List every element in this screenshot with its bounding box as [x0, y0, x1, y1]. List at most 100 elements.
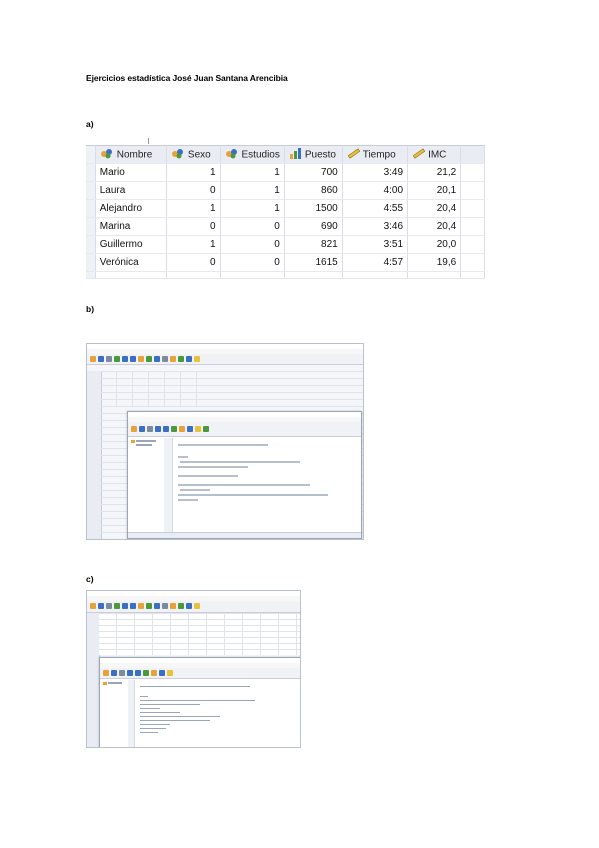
- table-cell[interactable]: 1615: [284, 253, 343, 272]
- table-cell[interactable]: Alejandro: [95, 199, 167, 218]
- column-header-estudios[interactable]: Estudios: [220, 145, 285, 164]
- undo-icon[interactable]: [127, 670, 133, 676]
- column-header-imc[interactable]: IMC: [407, 145, 462, 164]
- table-cell[interactable]: 4:57: [342, 253, 409, 272]
- table-cell[interactable]: 0: [220, 235, 285, 254]
- redo-icon[interactable]: [130, 603, 136, 609]
- split-icon[interactable]: [170, 603, 176, 609]
- table-cell[interactable]: 0: [166, 253, 221, 272]
- table-cell[interactable]: 1: [220, 199, 285, 218]
- empty-cell[interactable]: [86, 271, 96, 279]
- table-cell[interactable]: 1: [166, 199, 221, 218]
- variables-icon[interactable]: [187, 426, 193, 432]
- save-icon[interactable]: [139, 426, 145, 432]
- redo-icon[interactable]: [130, 356, 136, 362]
- table-cell[interactable]: Marina: [95, 217, 167, 236]
- row-header[interactable]: [86, 199, 96, 218]
- table-cell[interactable]: 1: [166, 163, 221, 182]
- table-cell[interactable]: 21,2: [407, 163, 462, 182]
- run-icon[interactable]: [171, 426, 177, 432]
- run-icon[interactable]: [143, 670, 149, 676]
- table-cell[interactable]: 0: [166, 217, 221, 236]
- variables-icon[interactable]: [154, 356, 160, 362]
- empty-cell[interactable]: [460, 217, 485, 236]
- table-cell[interactable]: 1: [166, 235, 221, 254]
- row-header[interactable]: [86, 181, 96, 200]
- table-cell[interactable]: Verónica: [95, 253, 167, 272]
- row-header[interactable]: [86, 253, 96, 272]
- empty-cell[interactable]: [342, 271, 409, 279]
- table-cell[interactable]: 700: [284, 163, 343, 182]
- save-icon[interactable]: [111, 670, 117, 676]
- navigator-item[interactable]: [136, 440, 156, 442]
- chart-icon[interactable]: [179, 426, 185, 432]
- table-cell[interactable]: 20,1: [407, 181, 462, 200]
- table-cell[interactable]: 19,6: [407, 253, 462, 272]
- empty-column-header[interactable]: [460, 145, 485, 164]
- redo-icon[interactable]: [163, 426, 169, 432]
- table-cell[interactable]: 4:00: [342, 181, 409, 200]
- recall-icon[interactable]: [114, 603, 120, 609]
- goto-icon[interactable]: [138, 603, 144, 609]
- select-icon[interactable]: [186, 356, 192, 362]
- print-icon[interactable]: [106, 603, 112, 609]
- undo-icon[interactable]: [155, 426, 161, 432]
- table-cell[interactable]: 1: [220, 181, 285, 200]
- undo-icon[interactable]: [122, 603, 128, 609]
- row-header[interactable]: [86, 163, 96, 182]
- open-icon[interactable]: [90, 603, 96, 609]
- table-cell[interactable]: Laura: [95, 181, 167, 200]
- empty-cell[interactable]: [460, 181, 485, 200]
- select-icon[interactable]: [203, 426, 209, 432]
- labels-icon[interactable]: [167, 670, 173, 676]
- open-icon[interactable]: [90, 356, 96, 362]
- labels-icon[interactable]: [195, 426, 201, 432]
- empty-cell[interactable]: [460, 271, 485, 279]
- table-cell[interactable]: 0: [220, 253, 285, 272]
- empty-cell[interactable]: [407, 271, 462, 279]
- chart-icon[interactable]: [146, 356, 152, 362]
- split-icon[interactable]: [170, 356, 176, 362]
- recall-icon[interactable]: [114, 356, 120, 362]
- chart-icon[interactable]: [146, 603, 152, 609]
- variables-icon[interactable]: [154, 603, 160, 609]
- find-icon[interactable]: [162, 356, 168, 362]
- empty-cell[interactable]: [95, 271, 167, 279]
- weight-icon[interactable]: [178, 356, 184, 362]
- empty-cell[interactable]: [166, 271, 221, 279]
- table-cell[interactable]: 1: [220, 163, 285, 182]
- navigator-item[interactable]: [136, 444, 152, 446]
- variables-icon[interactable]: [159, 670, 165, 676]
- chart-icon[interactable]: [151, 670, 157, 676]
- table-cell[interactable]: Guillermo: [95, 235, 167, 254]
- empty-cell[interactable]: [284, 271, 343, 279]
- empty-cell[interactable]: [220, 271, 285, 279]
- undo-icon[interactable]: [122, 356, 128, 362]
- table-cell[interactable]: 20,0: [407, 235, 462, 254]
- table-cell[interactable]: 0: [166, 181, 221, 200]
- row-header[interactable]: [86, 235, 96, 254]
- labels-icon[interactable]: [194, 603, 200, 609]
- table-cell[interactable]: 0: [220, 217, 285, 236]
- column-header-puesto[interactable]: Puesto: [284, 145, 343, 164]
- table-cell[interactable]: 3:51: [342, 235, 409, 254]
- table-cell[interactable]: 4:55: [342, 199, 409, 218]
- table-cell[interactable]: 1500: [284, 199, 343, 218]
- empty-cell[interactable]: [460, 199, 485, 218]
- print-icon[interactable]: [106, 356, 112, 362]
- table-cell[interactable]: 20,4: [407, 217, 462, 236]
- table-cell[interactable]: 20,4: [407, 199, 462, 218]
- column-header-tiempo[interactable]: Tiempo: [342, 145, 409, 164]
- save-icon[interactable]: [98, 603, 104, 609]
- redo-icon[interactable]: [135, 670, 141, 676]
- table-cell[interactable]: 3:46: [342, 217, 409, 236]
- column-header-nombre[interactable]: Nombre: [95, 145, 167, 164]
- labels-icon[interactable]: [194, 356, 200, 362]
- goto-icon[interactable]: [138, 356, 144, 362]
- navigator-item[interactable]: [108, 682, 122, 684]
- row-header[interactable]: [86, 217, 96, 236]
- table-cell[interactable]: 821: [284, 235, 343, 254]
- table-cell[interactable]: 860: [284, 181, 343, 200]
- empty-cell[interactable]: [460, 253, 485, 272]
- select-icon[interactable]: [186, 603, 192, 609]
